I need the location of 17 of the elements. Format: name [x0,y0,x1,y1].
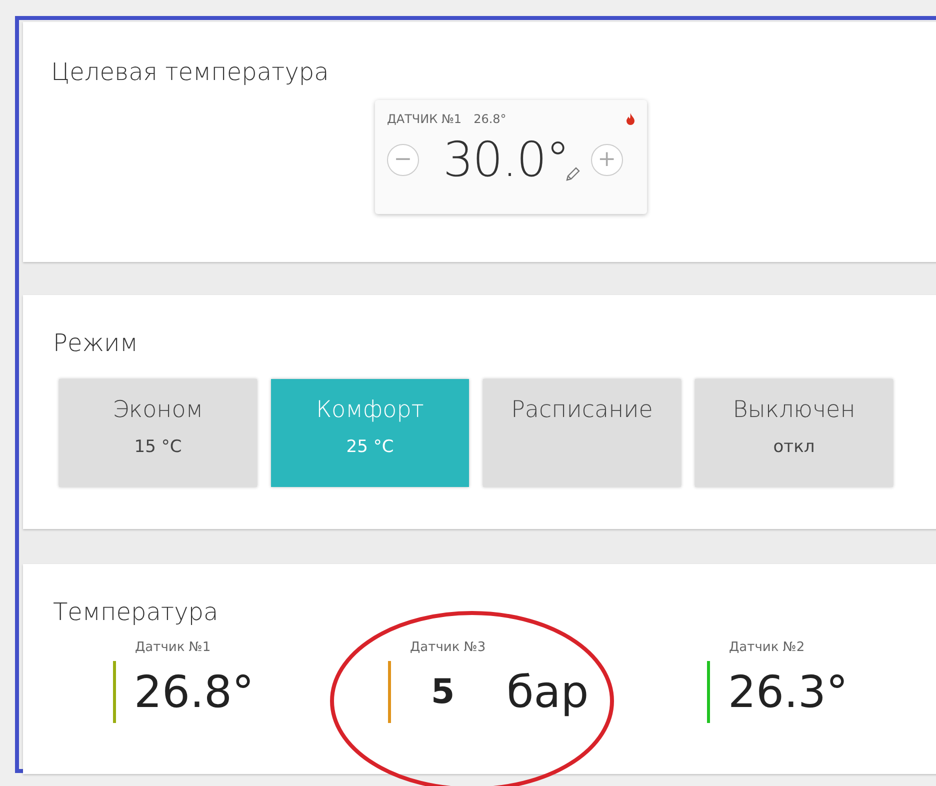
sensor-reading: 26.8° [474,112,508,126]
sensor-label: ДАТЧИК №1 [387,112,462,126]
sensor-name: Датчик №2 [729,640,806,655]
sensor-value: 26.8° [134,666,254,718]
section-title: Режим [53,329,138,357]
mode-button[interactable]: Расписание [483,379,681,487]
section-title: Целевая температура [51,58,329,86]
pencil-icon[interactable] [564,166,581,182]
mode-button[interactable]: Эконом 15 °C [59,379,257,487]
sensor-value: 5 [431,672,455,712]
sensor-value: 26.3° [728,666,848,718]
setpoint-value: 30.0° [443,132,569,188]
sensor-name: Датчик №3 [410,640,487,655]
section-title: Температура [53,598,218,626]
unit-label: бар [506,666,589,718]
mode-button[interactable]: Выключен откл [695,379,893,487]
sensor-name: Датчик №1 [135,640,212,655]
